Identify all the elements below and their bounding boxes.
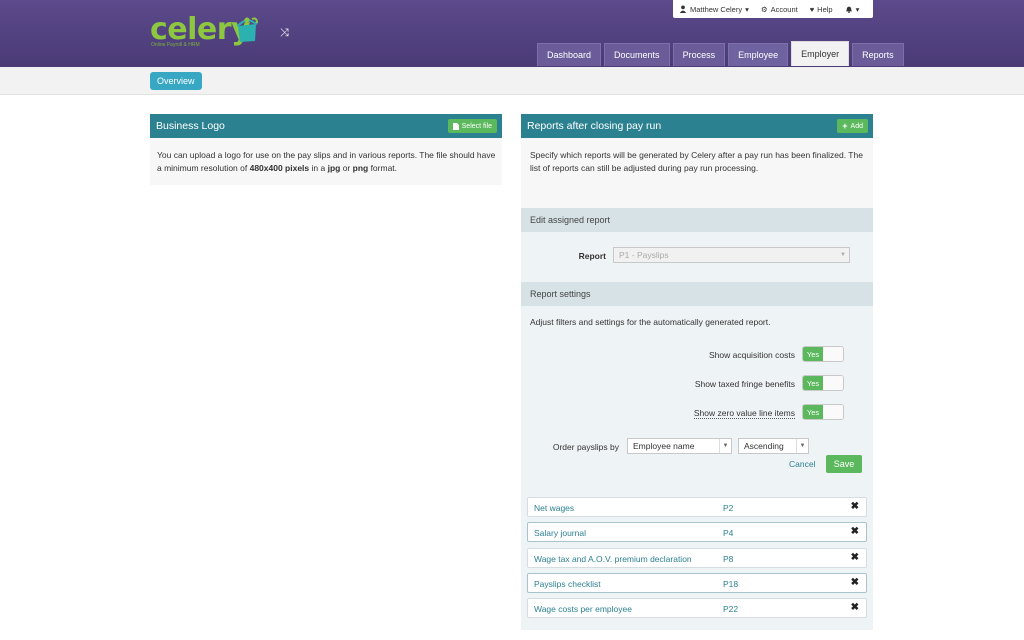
report-code: P2 [723, 503, 734, 513]
sub-nav: Overview [0, 67, 1024, 95]
celery-logo[interactable]: celery Online Payroll & HRM [150, 12, 300, 50]
help-link[interactable]: ♥ Help [804, 0, 839, 18]
toggle-knob [823, 376, 843, 390]
report-select-row: Report P1 - Payslips ▼ [521, 232, 873, 282]
user-menu[interactable]: Matthew Celery ▾ [673, 0, 755, 18]
logo-box-icon [236, 17, 258, 42]
report-label: Report [578, 251, 606, 261]
chevron-down-icon: ▼ [840, 252, 846, 258]
switch-company-icon[interactable]: ⤨ [280, 27, 289, 40]
app-header: celery Online Payroll & HRM ⤨ Matthew Ce… [0, 0, 1024, 67]
panel-title: Business Logo [156, 120, 225, 132]
tab-reports[interactable]: Reports [852, 43, 904, 66]
chevron-down-icon: ▾ [855, 4, 860, 14]
list-item[interactable]: Wage costs per employee P22 ✖ [527, 598, 867, 619]
remove-icon[interactable]: ✖ [851, 602, 859, 613]
settings-intro: Adjust filters and settings for the auto… [530, 317, 771, 327]
toggle-on-label: Yes [803, 405, 823, 419]
logo-subtitle: Online Payroll & HRM [151, 42, 200, 48]
business-logo-header: Business Logo Select file [150, 114, 502, 138]
remove-icon[interactable]: ✖ [851, 552, 859, 563]
report-name[interactable]: Payslips checklist [534, 579, 601, 589]
order-field-value: Employee name [633, 441, 695, 451]
toggle-acquisition-costs[interactable]: Yes [802, 346, 844, 362]
select-file-label: Select file [461, 122, 492, 130]
order-field-select[interactable]: Employee name ▼ [627, 438, 732, 454]
report-code: P8 [723, 553, 734, 564]
gear-icon: ⚙ [760, 4, 768, 14]
list-item[interactable]: Wage tax and A.O.V. premium declaration … [527, 547, 867, 568]
account-label: Account [770, 4, 798, 14]
tab-employee[interactable]: Employee [728, 43, 789, 66]
help-label: Help [817, 4, 833, 14]
account-link[interactable]: ⚙ Account [755, 0, 804, 18]
toggle-taxed-fringe-benefits[interactable]: Yes [802, 375, 844, 391]
edit-assigned-report-header: Edit assigned report [521, 208, 873, 232]
report-name[interactable]: Wage tax and A.O.V. premium declaration [534, 554, 692, 564]
panel-title: Reports after closing pay run [527, 120, 662, 132]
list-item[interactable]: Payslips checklist P18 ✖ [527, 572, 867, 593]
chevron-down-icon: ▼ [719, 439, 731, 453]
toggle-knob [823, 347, 843, 361]
top-user-bar: Matthew Celery ▾ ⚙ Account ♥ Help ▾ [673, 0, 873, 18]
tab-employer[interactable]: Employer [791, 41, 850, 66]
order-direction-value: Ascending [744, 441, 784, 451]
reports-panel-header: Reports after closing pay run + Add [521, 114, 873, 138]
report-name[interactable]: Net wages [534, 503, 574, 513]
bell-icon [845, 6, 852, 13]
order-label: Order payslips by [552, 442, 619, 452]
remove-icon[interactable]: ✖ [851, 526, 859, 537]
description-text: in a [309, 162, 328, 173]
main-nav: Dashboard Documents Process Employee Emp… [537, 41, 904, 66]
cancel-link[interactable]: Cancel [789, 459, 815, 469]
order-direction-select[interactable]: Ascending ▼ [738, 438, 809, 454]
description-text: or [340, 162, 353, 173]
report-code: P22 [723, 604, 739, 615]
format-png: png [352, 162, 369, 173]
resolution-text: 480x400 pixels [249, 162, 310, 173]
remove-icon[interactable]: ✖ [851, 577, 859, 588]
toggle-knob [823, 405, 843, 419]
toggle-on-label: Yes [803, 347, 823, 361]
format-jpg: jpg [327, 162, 341, 173]
business-logo-description: You can upload a logo for use on the pay… [150, 138, 502, 174]
toggle-on-label: Yes [803, 376, 823, 390]
report-select[interactable]: P1 - Payslips ▼ [613, 247, 850, 263]
toggle-label-acquisition: Show acquisition costs [709, 350, 795, 360]
plus-icon: + [842, 121, 848, 131]
reports-intro: Specify which reports will be generated … [521, 138, 873, 208]
notifications-menu[interactable]: ▾ [839, 0, 866, 18]
business-logo-panel: Business Logo Select file You can upload… [150, 114, 502, 185]
report-code: P18 [723, 578, 739, 589]
file-icon [452, 122, 459, 130]
toggle-label-zero-value[interactable]: Show zero value line items [693, 408, 795, 419]
overview-button[interactable]: Overview [150, 72, 202, 90]
user-icon [679, 5, 687, 13]
remove-icon[interactable]: ✖ [851, 501, 859, 512]
report-select-value: P1 - Payslips [619, 250, 669, 260]
tab-documents[interactable]: Documents [604, 43, 670, 66]
reports-after-pay-run-panel: Reports after closing pay run + Add Spec… [521, 114, 873, 630]
report-name[interactable]: Salary journal [534, 528, 586, 538]
report-settings-header: Report settings [521, 282, 873, 306]
tab-process[interactable]: Process [672, 43, 726, 66]
save-button[interactable]: Save [826, 455, 862, 473]
heart-icon: ♥ [809, 4, 815, 14]
toggle-label-fringe: Show taxed fringe benefits [694, 379, 795, 389]
toggle-zero-value-line-items[interactable]: Yes [802, 404, 844, 420]
add-report-button[interactable]: + Add [837, 119, 868, 133]
description-text: format. [368, 162, 398, 173]
chevron-down-icon: ▾ [745, 4, 749, 14]
user-name: Matthew Celery [690, 4, 743, 14]
list-item[interactable]: Net wages P2 ✖ [527, 497, 867, 517]
report-code: P4 [723, 528, 734, 539]
chevron-down-icon: ▼ [796, 439, 808, 453]
tab-dashboard[interactable]: Dashboard [537, 43, 602, 66]
select-file-button[interactable]: Select file [447, 119, 497, 133]
assigned-reports-list: Net wages P2 ✖ Salary journal P4 ✖ Wage … [527, 497, 867, 623]
add-label: Add [850, 122, 863, 130]
report-name[interactable]: Wage costs per employee [534, 604, 632, 614]
list-item[interactable]: Salary journal P4 ✖ [527, 522, 867, 543]
